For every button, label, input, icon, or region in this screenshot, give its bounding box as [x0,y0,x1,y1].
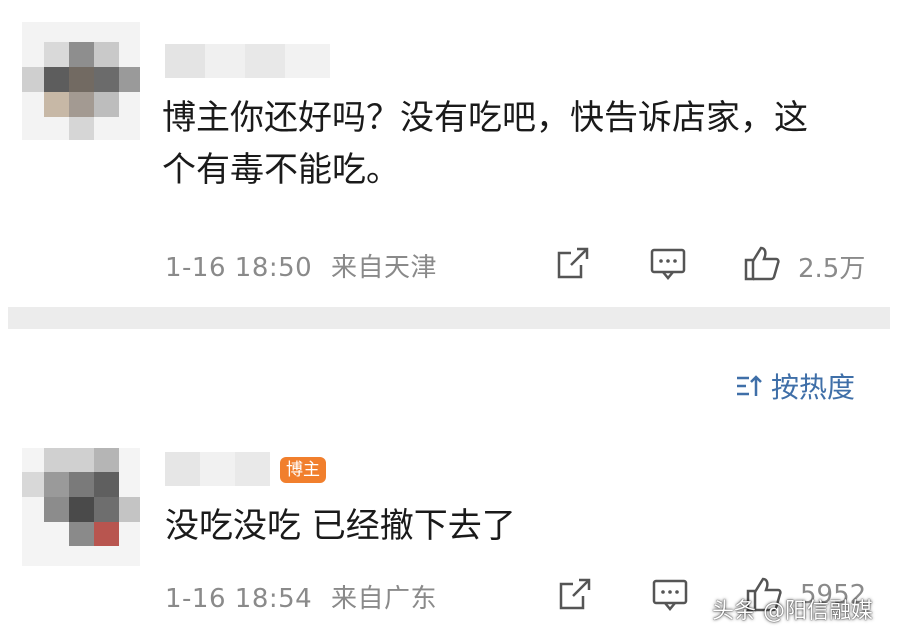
comment-text: 没吃没吃 已经撤下去了 [165,506,516,546]
avatar[interactable] [22,22,140,140]
sort-icon [735,373,765,399]
comment-meta: 1-16 18:50 来自天津 [165,247,437,284]
share-icon[interactable] [555,574,595,614]
comment-text-line: 博主你还好吗？没有吃吧，快告诉店家，这 [162,98,808,138]
comment-text: 博主你还好吗？没有吃吧，快告诉店家，这 个有毒不能吃。 [162,92,882,196]
sort-button[interactable]: 按热度 [735,366,855,406]
comment-text-line: 个有毒不能吃。 [162,150,400,190]
comment-location: 来自广东 [330,584,437,614]
watermark: 头条 @阳信融媒 [712,599,873,624]
comment-icon[interactable] [648,243,688,283]
username-blurred[interactable] [165,452,270,486]
sort-label: 按热度 [771,371,856,404]
share-icon[interactable] [553,243,593,283]
section-divider [8,307,890,329]
comment-meta: 1-16 18:54 来自广东 [165,578,437,615]
like-icon[interactable] [742,243,782,283]
comment-time: 1-16 18:54 [165,584,313,614]
username-blurred[interactable] [165,44,335,78]
like-count: 2.5万 [798,254,866,284]
comment-icon[interactable] [650,574,690,614]
avatar[interactable] [22,448,140,566]
comment-location: 来自天津 [330,253,437,283]
comment-time: 1-16 18:50 [165,253,313,283]
author-badge: 博主 [280,457,326,483]
